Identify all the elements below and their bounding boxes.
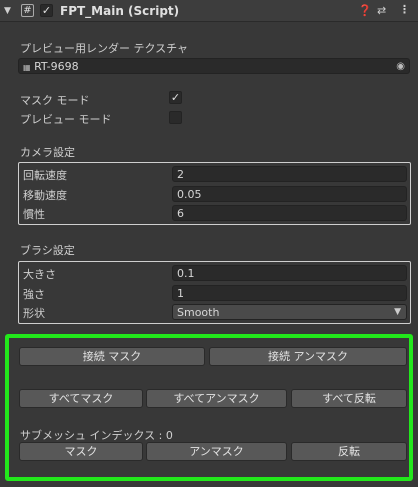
move-speed-field[interactable]: 0.05 [172,186,407,202]
presets-icon[interactable]: ⇄ [377,5,386,17]
brush-shape-value: Smooth [177,306,220,319]
brush-size-field[interactable]: 0.1 [172,265,407,281]
brush-section-label: ブラシ設定 [20,244,75,257]
camera-section-label: カメラ設定 [20,146,75,159]
brush-size-label: 大きさ [23,268,56,281]
preview-mode-checkbox[interactable] [169,111,182,124]
render-texture-icon: ▦ [23,63,31,72]
mask-button[interactable]: マスク [19,442,143,461]
preview-texture-field[interactable]: ▦ RT-9698 ◉ [18,58,410,74]
submesh-index-label: サブメッシュ インデックス : 0 [20,429,173,442]
rotation-speed-label: 回転速度 [23,169,67,182]
connect-mask-button[interactable]: 接続 マスク [19,347,205,366]
mask-all-button[interactable]: すべてマスク [19,389,143,408]
inertia-label: 慣性 [23,208,45,221]
help-icon[interactable]: ❓ [358,5,372,17]
unmask-all-button[interactable]: すべてアンマスク [146,389,287,408]
mask-mode-label: マスク モード [20,94,90,107]
brush-strength-label: 強さ [23,288,45,301]
component-header: ▼ # ✓ FPT_Main (Script) ❓ ⇄ ⋮ [0,0,418,22]
component-enabled-checkbox[interactable]: ✓ [40,4,53,17]
component-title: FPT_Main (Script) [60,4,180,18]
unmask-button[interactable]: アンマスク [146,442,287,461]
dropdown-arrow-icon: ▼ [394,307,401,317]
mask-mode-checkbox[interactable]: ✓ [169,91,182,104]
preview-mode-label: プレビュー モード [20,113,112,126]
connect-unmask-button[interactable]: 接続 アンマスク [209,347,407,366]
preview-texture-label: プレビュー用レンダー テクスチャ [20,42,189,55]
invert-button[interactable]: 反転 [291,442,407,461]
preview-texture-value: RT-9698 [34,60,79,73]
brush-shape-dropdown[interactable]: Smooth ▼ [172,304,407,320]
context-menu-icon[interactable]: ⋮ [399,4,410,16]
rotation-speed-field[interactable]: 2 [172,166,407,182]
script-hash-icon: # [21,4,34,17]
brush-shape-label: 形状 [23,307,45,320]
invert-all-button[interactable]: すべて反転 [291,389,407,408]
brush-strength-field[interactable]: 1 [172,285,407,301]
inertia-field[interactable]: 6 [172,205,407,221]
move-speed-label: 移動速度 [23,189,67,202]
foldout-arrow-icon[interactable]: ▼ [4,5,11,17]
object-picker-icon[interactable]: ◉ [396,60,405,73]
